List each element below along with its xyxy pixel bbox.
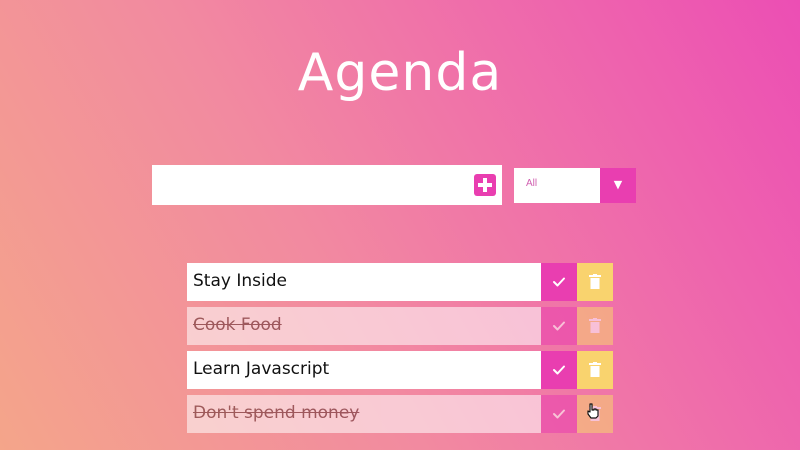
delete-button[interactable] bbox=[577, 395, 613, 433]
todo-item: Don't spend money bbox=[187, 395, 613, 433]
todo-item: Stay Inside bbox=[187, 263, 613, 301]
complete-button[interactable] bbox=[541, 263, 577, 301]
filter-selected-value: All bbox=[526, 178, 538, 189]
todo-text: Learn Javascript bbox=[193, 359, 330, 379]
complete-button[interactable] bbox=[541, 395, 577, 433]
delete-button[interactable] bbox=[577, 307, 613, 345]
todo-text-box: Don't spend money bbox=[187, 395, 541, 433]
plus-icon-stroke bbox=[483, 178, 487, 192]
filter-dropdown-button[interactable]: ▼ bbox=[600, 168, 636, 203]
todo-text-box: Stay Inside bbox=[187, 263, 541, 301]
todo-input-container bbox=[152, 165, 502, 205]
todo-text: Don't spend money bbox=[193, 403, 360, 423]
trash-icon bbox=[589, 274, 601, 289]
todo-text: Cook Food bbox=[193, 315, 282, 335]
trash-icon bbox=[589, 362, 601, 377]
todo-text-box: Cook Food bbox=[187, 307, 541, 345]
page-title: Agenda bbox=[297, 42, 503, 103]
check-icon bbox=[553, 321, 565, 331]
todo-list: Stay Inside Cook Food Learn Javascript D… bbox=[187, 263, 613, 439]
delete-button[interactable] bbox=[577, 351, 613, 389]
complete-button[interactable] bbox=[541, 351, 577, 389]
trash-icon bbox=[589, 406, 601, 421]
filter-select[interactable]: All ▼ bbox=[514, 168, 636, 203]
add-todo-button[interactable] bbox=[474, 174, 496, 196]
todo-text: Stay Inside bbox=[193, 271, 287, 291]
todo-input[interactable] bbox=[152, 165, 462, 205]
check-icon bbox=[553, 409, 565, 419]
chevron-down-icon: ▼ bbox=[613, 178, 623, 191]
trash-icon bbox=[589, 318, 601, 333]
check-icon bbox=[553, 277, 565, 287]
check-icon bbox=[553, 365, 565, 375]
todo-item: Learn Javascript bbox=[187, 351, 613, 389]
todo-text-box: Learn Javascript bbox=[187, 351, 541, 389]
todo-item: Cook Food bbox=[187, 307, 613, 345]
complete-button[interactable] bbox=[541, 307, 577, 345]
delete-button[interactable] bbox=[577, 263, 613, 301]
